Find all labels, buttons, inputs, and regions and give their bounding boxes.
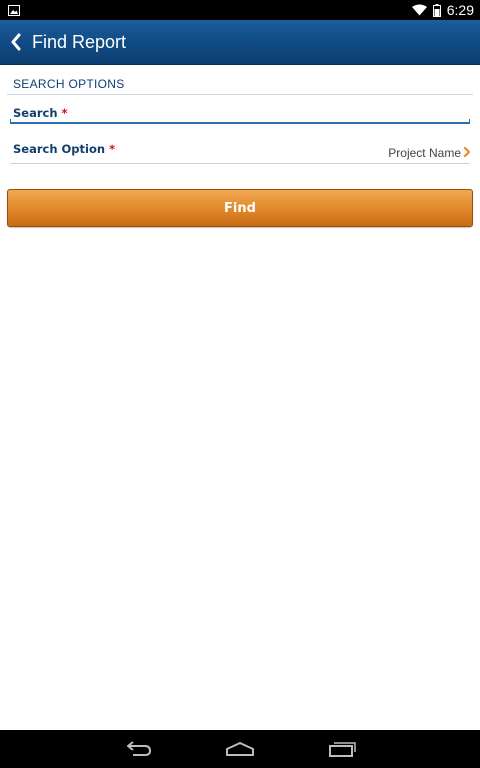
search-option-label-text: Search Option [13,142,106,156]
search-option-value: Project Name [388,146,461,160]
search-underline [10,119,470,124]
back-icon[interactable] [122,739,154,759]
search-option-underline [10,163,470,164]
status-time: 6:29 [446,2,474,18]
home-icon[interactable] [224,739,256,759]
navigation-bar [0,730,480,768]
find-button-label: Find [224,200,256,216]
status-right: 6:29 [411,2,474,18]
back-button[interactable]: Find Report [10,32,126,53]
required-mark: * [109,142,116,156]
image-notification-icon [8,4,20,16]
page-title: Find Report [32,31,127,52]
find-button[interactable]: Find [7,189,473,227]
main-content: SEARCH OPTIONS Search * Search Option * … [0,65,480,227]
status-bar: 6:29 [0,0,480,20]
status-left [8,4,20,16]
search-option-label: Search Option * [13,142,115,156]
search-field[interactable]: Search * [7,106,473,124]
search-option-selector[interactable]: Search Option * Project Name [7,142,473,164]
recent-apps-icon[interactable] [327,739,359,759]
battery-icon [432,3,441,17]
section-header: SEARCH OPTIONS [7,77,473,95]
wifi-icon [411,4,427,16]
chevron-left-icon [10,32,24,52]
chevron-right-icon [463,147,471,157]
action-bar: Find Report [0,20,480,65]
